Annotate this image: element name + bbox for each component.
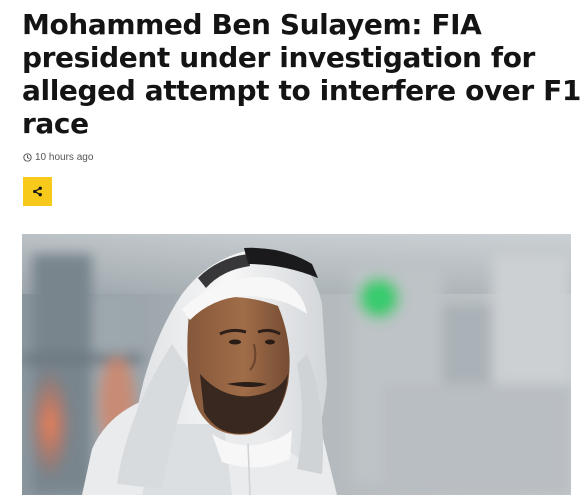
article-headline: Mohammed Ben Sulayem: FIA president unde…	[22, 8, 581, 140]
article: Mohammed Ben Sulayem: FIA president unde…	[0, 0, 588, 495]
clock-icon	[23, 153, 32, 162]
hero-photo	[22, 234, 571, 495]
article-meta: 10 hours ago	[23, 152, 93, 163]
share-button[interactable]	[23, 177, 52, 206]
article-hero-image	[22, 234, 571, 495]
article-timestamp: 10 hours ago	[35, 152, 94, 163]
share-icon	[32, 186, 43, 197]
